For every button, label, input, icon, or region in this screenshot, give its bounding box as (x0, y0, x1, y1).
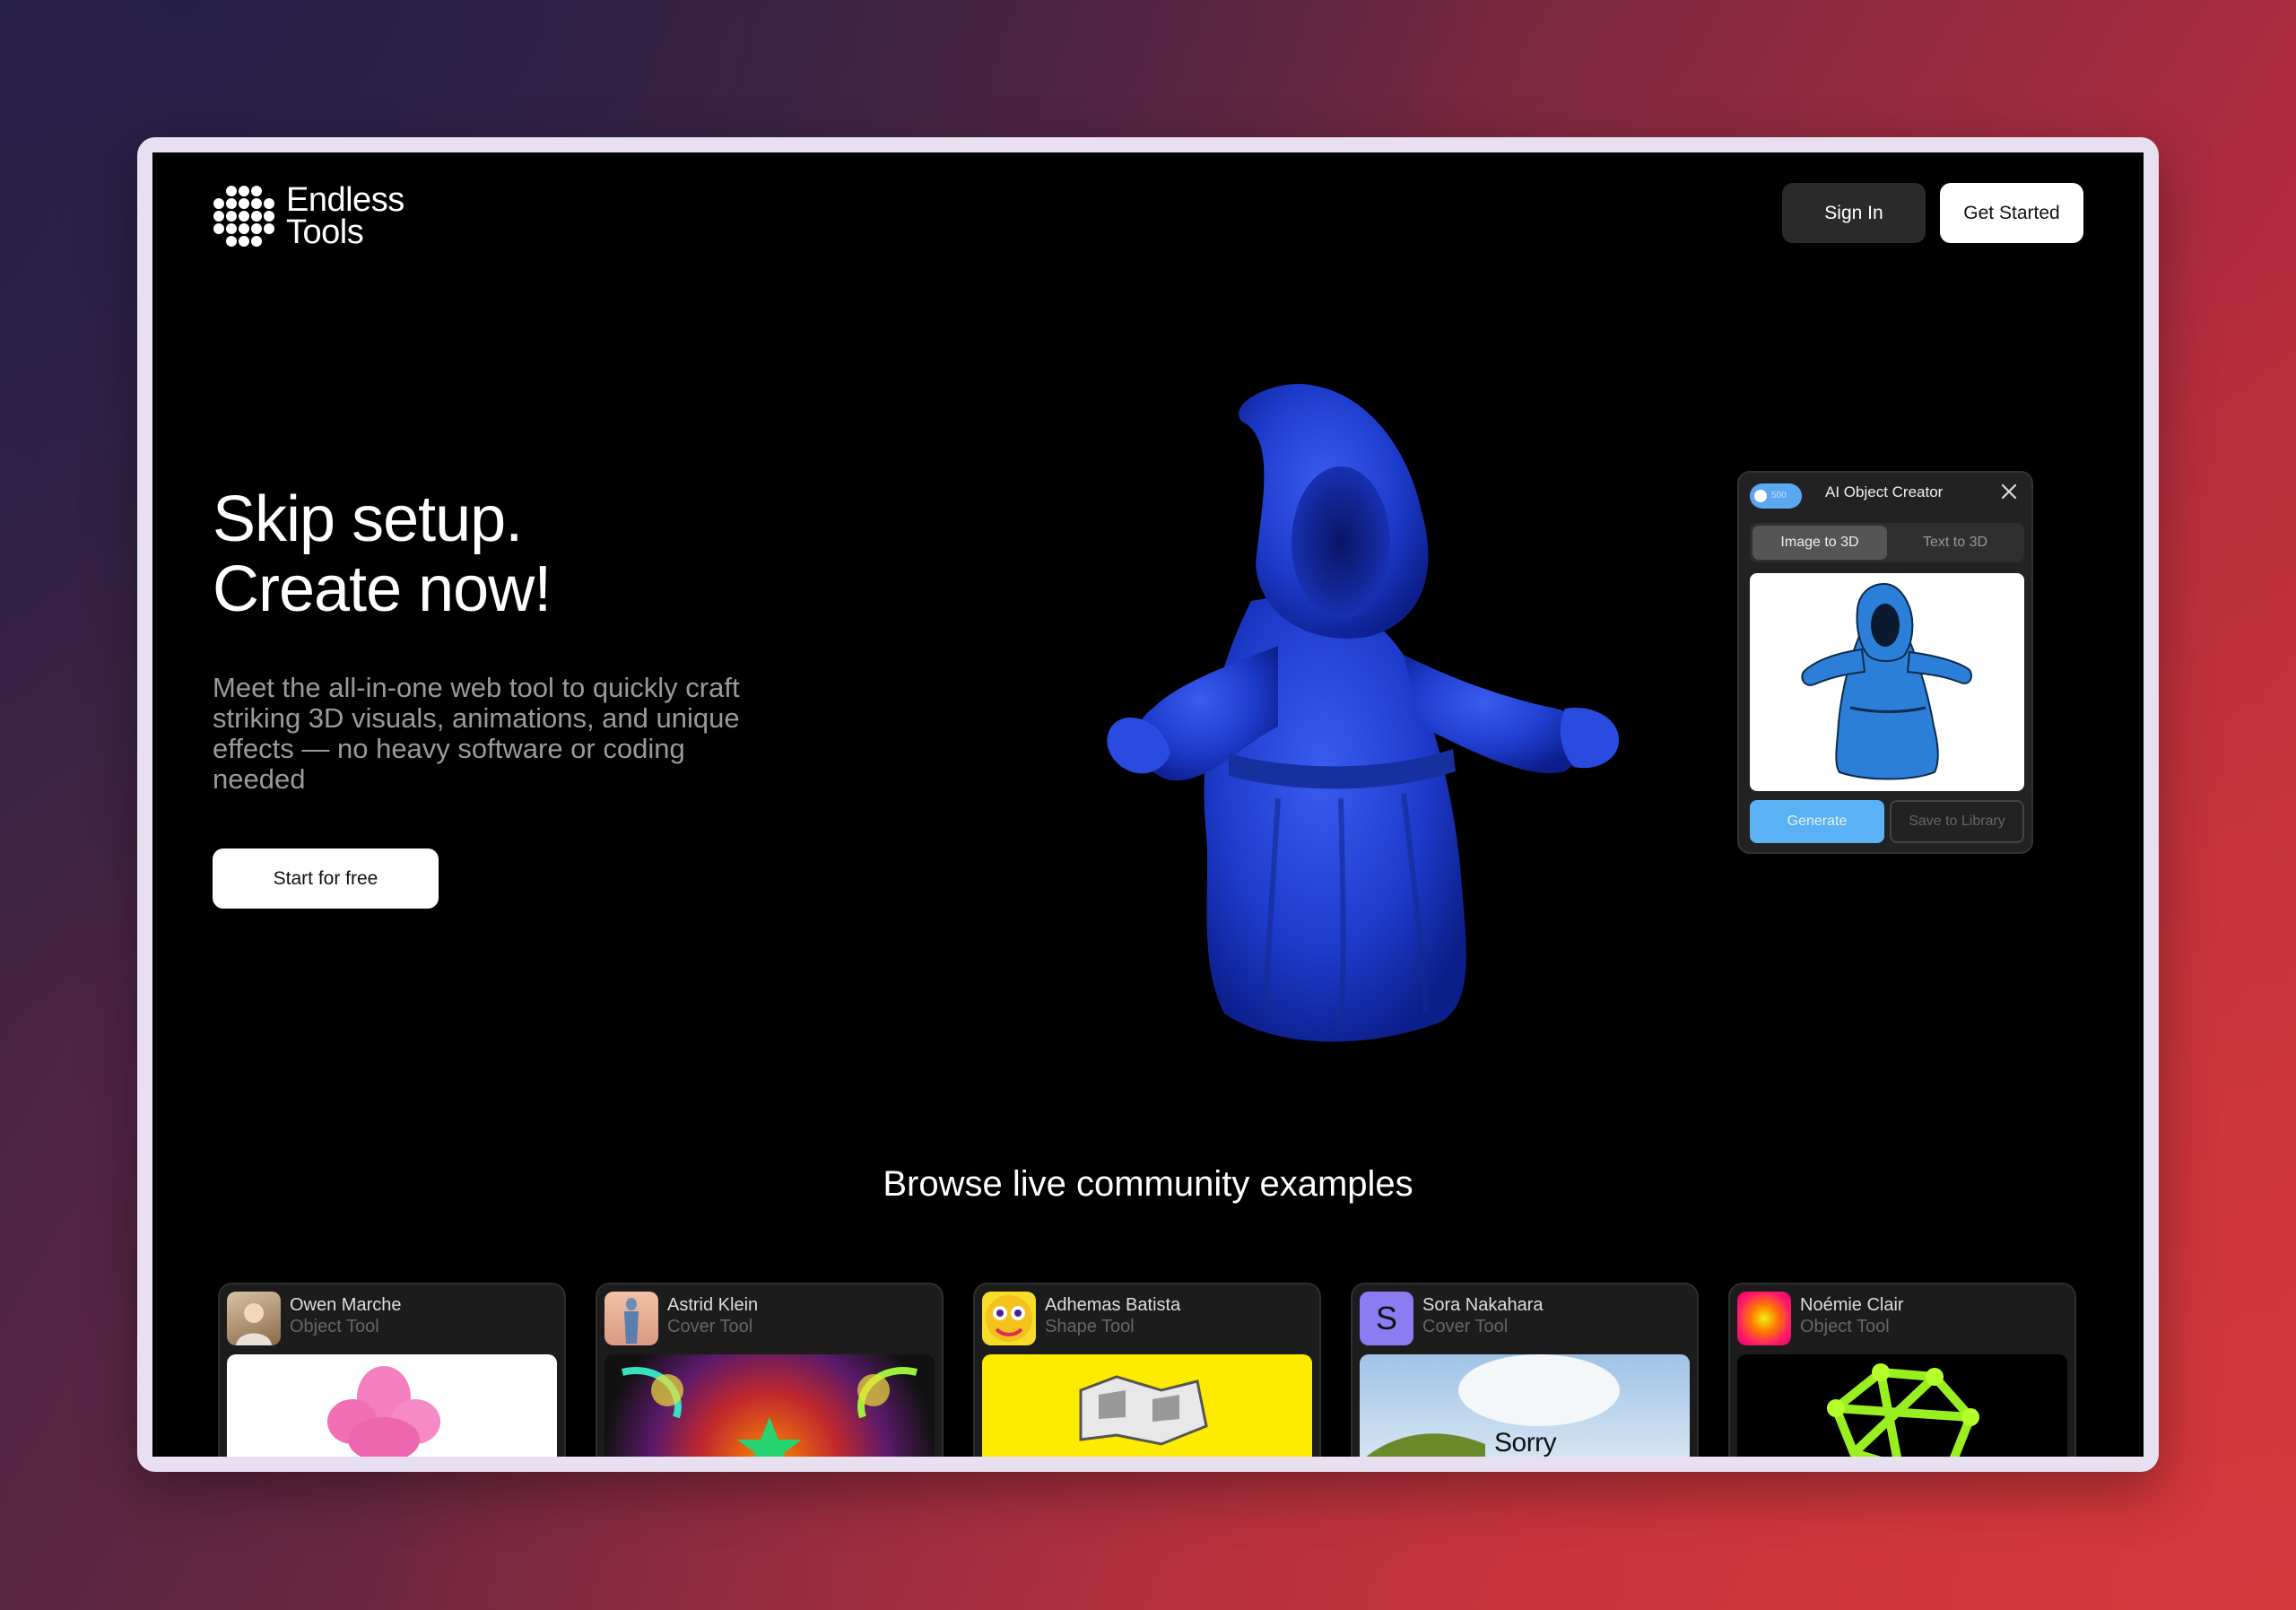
card-thumbnail (982, 1354, 1312, 1457)
card-thumbnail (1737, 1354, 2067, 1457)
avatar (1737, 1292, 1791, 1345)
panel-tabs: Image to 3D Text to 3D (1750, 523, 2024, 562)
avatar (227, 1292, 281, 1345)
card-thumbnail: Sorry (1360, 1354, 1690, 1457)
avatar-portrait-image (236, 1303, 272, 1345)
logo-dot (239, 211, 249, 222)
avatar (604, 1292, 658, 1345)
toggle-knob-icon (1754, 490, 1767, 502)
logo-dot (251, 186, 262, 196)
hero-title: Skip setup. Create now! (213, 483, 552, 625)
avatar-letter: S (1375, 1300, 1397, 1336)
card-tool-name: Object Tool (1800, 1317, 1890, 1336)
logo-dot (239, 186, 249, 196)
kaleidoscope-image (622, 1367, 918, 1457)
generate-button[interactable]: Generate (1750, 800, 1884, 843)
green-lattice-object-image (1827, 1363, 1979, 1457)
close-icon[interactable] (1999, 482, 2019, 501)
logo-dot (239, 223, 249, 234)
card-tool-name: Cover Tool (1422, 1317, 1509, 1336)
hero-title-line2: Create now! (213, 553, 552, 625)
logo-dot (264, 223, 274, 234)
logo-dot (264, 211, 274, 222)
avatar (982, 1292, 1036, 1345)
logo-dot (213, 211, 224, 222)
credits-value: 500 (1771, 491, 1787, 500)
community-section-title: Browse live community examples (883, 1164, 1413, 1204)
figure-thumbnail-image (1801, 582, 1972, 780)
panel-title: AI Object Creator (1825, 483, 1944, 500)
card-author-name: Sora Nakahara (1422, 1295, 1544, 1315)
logo-dot (226, 211, 237, 222)
logo-dot (251, 198, 262, 209)
card-thumbnail (604, 1354, 935, 1457)
tab-image-to-3d[interactable]: Image to 3D (1752, 526, 1887, 560)
tab-text-to-3d[interactable]: Text to 3D (1889, 526, 2022, 560)
card-thumbnail (227, 1354, 557, 1457)
brand-logo[interactable]: Endless Tools (213, 181, 404, 251)
logo-dot (239, 236, 249, 247)
logo-dot (251, 223, 262, 234)
logo-dot (251, 211, 262, 222)
card-tool-name: Cover Tool (667, 1317, 753, 1336)
community-card[interactable]: Adhemas Batista Shape Tool (973, 1283, 1321, 1457)
avatar-face-icon (986, 1295, 1032, 1342)
3d-shape-object-image (1079, 1375, 1208, 1446)
image-preview[interactable] (1750, 573, 2024, 791)
card-tool-name: Shape Tool (1045, 1317, 1135, 1336)
logo-dot (239, 198, 249, 209)
avatar-figure-image (624, 1298, 639, 1344)
brand-name-line1: Endless (286, 181, 404, 219)
get-started-button[interactable]: Get Started (1940, 183, 2083, 243)
page-viewport: Endless Tools Sign In Get Started Skip s… (152, 152, 2144, 1457)
logo-dot (226, 223, 237, 234)
logo-dot (226, 198, 237, 209)
card-author-name: Astrid Klein (667, 1295, 759, 1315)
hooded-figure-render (1107, 384, 1619, 1042)
card-tool-name: Object Tool (290, 1317, 379, 1336)
community-card[interactable]: S Sora Nakahara Cover Tool Sorry (1351, 1283, 1699, 1457)
logo-dots-icon (213, 185, 275, 248)
hero-subtitle: Meet the all-in-one web tool to quickly … (213, 672, 740, 795)
start-for-free-button[interactable]: Start for free (213, 849, 439, 909)
card-author-name: Noémie Clair (1800, 1295, 1904, 1315)
community-card[interactable]: Owen Marche Object Tool (218, 1283, 566, 1457)
logo-dot (251, 236, 262, 247)
hero-title-line1: Skip setup. (213, 483, 523, 555)
credits-toggle[interactable]: 500 (1750, 483, 1802, 509)
logo-dot (213, 198, 224, 209)
pink-balloon-object-image (327, 1366, 440, 1457)
avatar: S (1360, 1292, 1413, 1345)
logo-dot (264, 198, 274, 209)
sign-in-button[interactable]: Sign In (1782, 183, 1926, 243)
ai-object-creator-panel: 500 AI Object Creator Image to 3D Text t… (1737, 471, 2033, 854)
card-author-name: Owen Marche (290, 1295, 402, 1315)
brand-name: Endless Tools (286, 181, 404, 251)
card-author-name: Adhemas Batista (1045, 1295, 1181, 1315)
logo-dot (226, 236, 237, 247)
community-card[interactable]: Noémie Clair Object Tool (1728, 1283, 2076, 1457)
logo-dot (226, 186, 237, 196)
card-thumbnail-text: Sorry (1494, 1428, 1557, 1457)
logo-dot (213, 223, 224, 234)
brand-name-line2: Tools (286, 213, 364, 251)
save-to-library-button[interactable]: Save to Library (1890, 800, 2024, 843)
community-card[interactable]: Astrid Klein Cover Tool (596, 1283, 944, 1457)
